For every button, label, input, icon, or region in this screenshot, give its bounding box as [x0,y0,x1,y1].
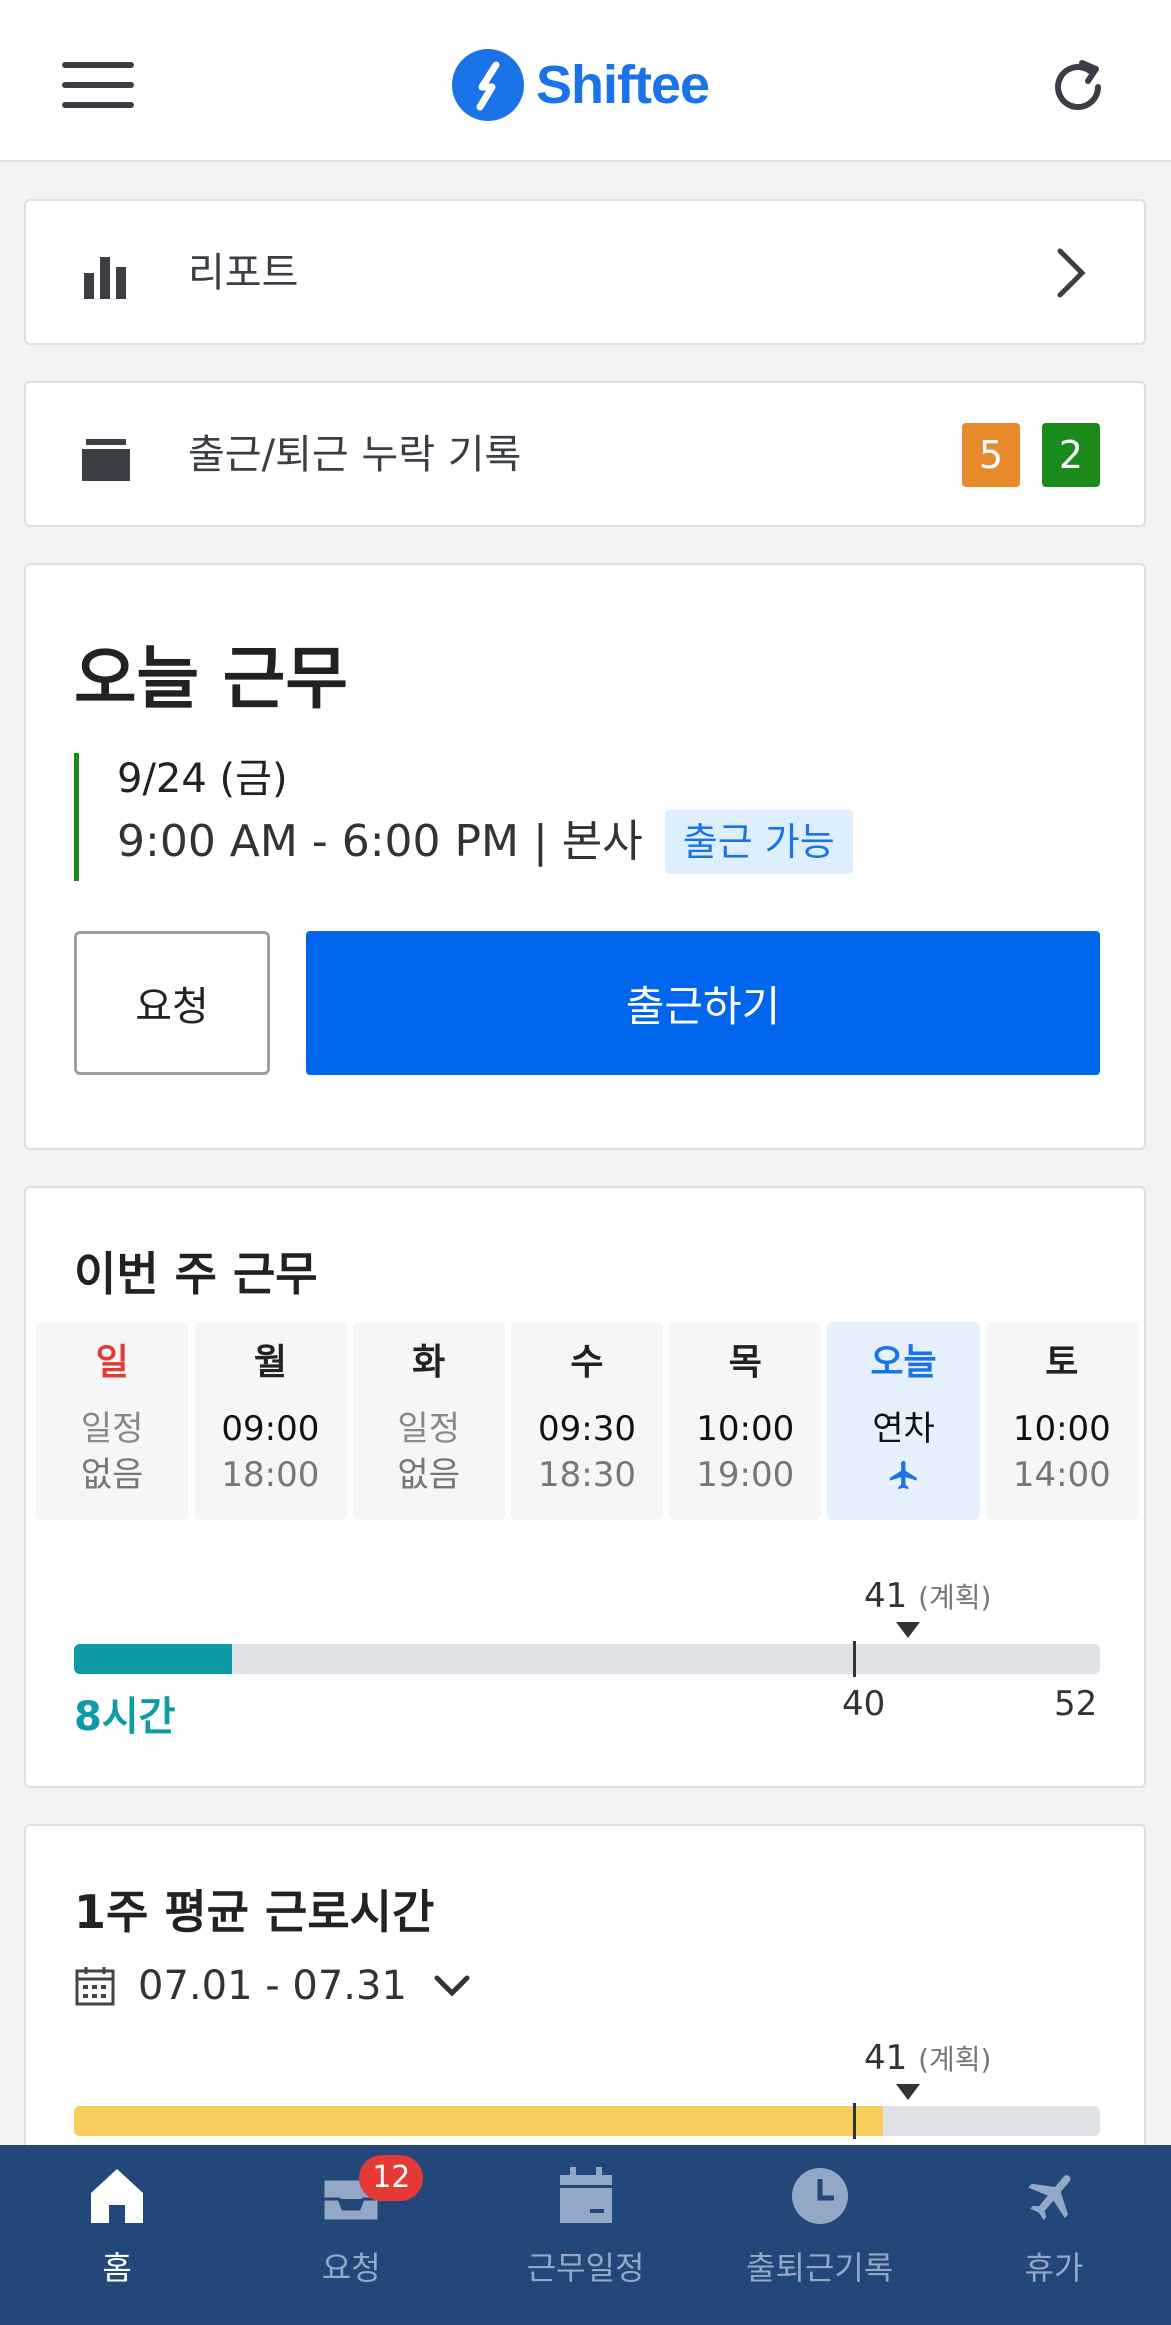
day-tue[interactable]: 화 일정 없음 [352,1322,505,1520]
day-line1: 10:00 [696,1409,795,1449]
week-hours-track [74,1644,1100,1674]
average-hours-track [74,2106,1100,2136]
report-row[interactable]: 리포트 [24,199,1146,345]
top-bar: Shiftee [0,0,1171,162]
worked-hours-label: 8시간 [74,1694,176,1740]
refresh-icon[interactable] [1046,55,1110,119]
average-title: 1주 평균 근로시간 [74,1885,435,1939]
nav-label: 출퇴근기록 [746,2249,894,2287]
target-tick [853,2103,856,2139]
menu-icon[interactable] [62,62,134,108]
nav-schedule[interactable]: 근무일정 [468,2145,702,2325]
nav-requests[interactable]: 12 요청 [234,2145,468,2325]
planned-marker-icon [896,2084,920,2100]
date-range-selector[interactable]: 07.01 - 07.31 [74,1958,471,2014]
missing-count-badge-orange: 5 [962,423,1020,487]
requests-count-badge: 12 [359,2155,424,2201]
airplane-icon [1028,2175,1071,2220]
chevron-right-icon [1057,248,1086,298]
missing-count-badge-green: 2 [1042,423,1100,487]
chevron-down-icon [434,1975,470,1997]
nav-vacation[interactable]: 휴가 [937,2145,1171,2325]
day-name: 목 [728,1342,762,1383]
clock-icon [791,2168,848,2224]
week-title: 이번 주 근무 [74,1247,318,1301]
day-name: 일 [95,1342,129,1383]
folder-icon [82,439,130,481]
nav-label: 근무일정 [526,2249,645,2287]
day-line1: 09:30 [537,1409,636,1449]
day-line2: 18:30 [537,1455,636,1495]
week-hours-fill [74,1644,232,1674]
day-name: 토 [1045,1342,1079,1383]
target-tick [853,1641,856,1677]
missing-record-label: 출근/퇴근 누락 기록 [188,432,522,478]
request-button[interactable]: 요청 [74,931,270,1075]
logo-mark-icon [452,49,524,121]
airplane-icon [889,1460,917,1490]
day-wed[interactable]: 수 09:30 18:30 [510,1322,664,1520]
nav-attendance[interactable]: 출퇴근기록 [703,2145,937,2325]
day-mon[interactable]: 월 09:00 18:00 [194,1322,347,1520]
status-badge: 출근 가능 [664,810,853,874]
day-line2: 19:00 [696,1455,795,1495]
day-line2: 없음 [397,1455,460,1495]
shift-time-row: 9:00 AM - 6:00 PM | 본사 출근 가능 [117,809,853,875]
app-logo: Shiftee [452,46,710,124]
shift-info: 9/24 (금) 9:00 AM - 6:00 PM | 본사 출근 가능 [74,753,853,881]
day-line1: 09:00 [221,1409,320,1449]
day-line2: 18:00 [221,1455,320,1495]
planned-hours-suffix: (계획) [918,2043,992,2076]
day-line1: 일정 [397,1409,460,1449]
today-title: 오늘 근무 [74,640,348,719]
planned-marker-icon [896,1622,920,1638]
planned-hours-value: 41 [864,2038,908,2078]
date-range: 07.01 - 07.31 [138,1963,407,2009]
bar-chart-icon [84,257,126,299]
day-name: 화 [412,1342,446,1383]
day-line2: 없음 [80,1455,144,1495]
planned-hours-suffix: (계획) [918,1581,992,1614]
day-today[interactable]: 오늘 연차 [827,1322,980,1520]
day-line1: 10:00 [1012,1409,1111,1449]
day-sat[interactable]: 토 10:00 14:00 [985,1322,1138,1520]
planned-hours-label: 41 (계획) [864,2038,991,2078]
calendar-icon [75,1967,115,2006]
day-line1: 연차 [872,1409,935,1449]
day-name: 월 [253,1342,287,1383]
nav-label: 휴가 [1024,2249,1084,2287]
report-label: 리포트 [188,250,299,296]
nav-home[interactable]: 홈 [0,2145,234,2325]
average-hours-fill [74,2106,883,2136]
day-line2: 14:00 [1012,1455,1111,1495]
this-week-card: 이번 주 근무 일 일정 없음 월 09:00 18:00 화 일정 없음 수 … [24,1186,1146,1788]
planned-hours-label: 41 (계획) [864,1576,991,1616]
app-name: Shiftee [536,55,710,115]
axis-max-label: 52 [1054,1684,1098,1724]
missing-record-row[interactable]: 출근/퇴근 누락 기록 5 2 [24,381,1146,527]
day-thu[interactable]: 목 10:00 19:00 [669,1322,822,1520]
week-days: 일 일정 없음 월 09:00 18:00 화 일정 없음 수 09:30 18… [36,1322,1138,1520]
axis-mid-label: 40 [842,1684,886,1724]
shift-time: 9:00 AM - 6:00 PM | 본사 [117,816,643,867]
clock-in-button[interactable]: 출근하기 [306,931,1100,1075]
bottom-navigation: 홈 12 요청 근무일정 출퇴근기록 휴가 [0,2145,1171,2325]
day-name: 수 [570,1342,604,1383]
planned-hours-value: 41 [864,1576,908,1616]
nav-label: 요청 [321,2249,381,2287]
day-name: 오늘 [870,1342,937,1383]
calendar-icon [559,2167,612,2223]
shift-date: 9/24 (금) [117,756,288,802]
nav-label: 홈 [102,2249,132,2287]
day-line1: 일정 [80,1409,144,1449]
day-sun[interactable]: 일 일정 없음 [36,1322,189,1520]
home-icon [91,2169,144,2223]
today-work-card: 오늘 근무 9/24 (금) 9:00 AM - 6:00 PM | 본사 출근… [24,563,1146,1150]
